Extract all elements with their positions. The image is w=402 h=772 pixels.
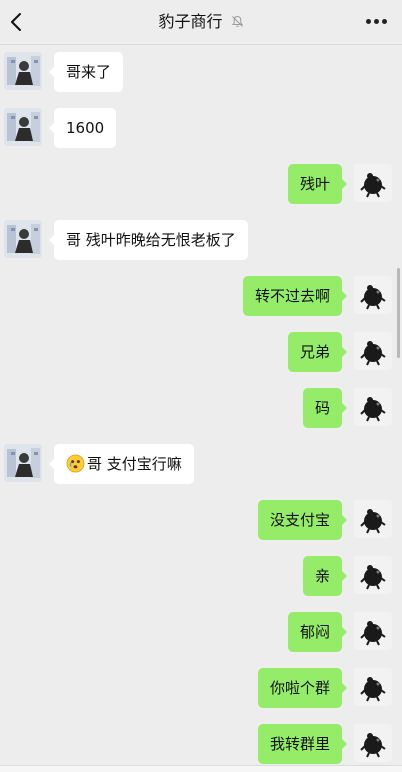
chat-title: 豹子商行 (158, 12, 223, 31)
message-row: 残叶 (0, 164, 402, 204)
message-bubble[interactable]: 郁闷 (287, 612, 348, 652)
message-row: 哥 残叶昨晚给无恨老板了 (0, 220, 402, 260)
chat-header: 豹子商行 (0, 0, 402, 45)
message-bubble[interactable]: 亲 (302, 556, 348, 596)
tearful-face-emoji (66, 454, 85, 472)
message-bubble[interactable]: 残叶 (287, 164, 348, 204)
message-row: 兄弟 (0, 332, 402, 372)
chat-title-wrap: 豹子商行 (0, 11, 402, 33)
input-bar-edge (0, 765, 402, 772)
avatar[interactable] (354, 276, 392, 314)
message-row: 我转群里 (0, 724, 402, 764)
message-row: 亲 (0, 556, 402, 596)
message-row: 你啦个群 (0, 668, 402, 708)
message-row: 转不过去啊 (0, 276, 402, 316)
more-dots-icon[interactable] (366, 19, 388, 25)
avatar[interactable] (354, 332, 392, 370)
message-row: 码 (0, 388, 402, 428)
message-bubble[interactable]: 哥 残叶昨晚给无恨老板了 (49, 220, 248, 260)
message-bubble[interactable]: 我转群里 (257, 724, 348, 764)
avatar[interactable] (354, 164, 392, 202)
message-bubble[interactable]: 哥 支付宝行嘛 (49, 444, 194, 484)
avatar[interactable] (354, 500, 392, 538)
message-bubble[interactable]: 兄弟 (287, 332, 348, 372)
avatar[interactable] (354, 668, 392, 706)
message-row: 哥 支付宝行嘛 (0, 444, 402, 484)
avatar[interactable] (354, 612, 392, 650)
message-bubble[interactable]: 哥来了 (48, 52, 124, 92)
message-row: 1600 (0, 108, 402, 148)
message-bubble[interactable]: 转不过去啊 (242, 276, 348, 316)
message-bubble[interactable]: 码 (302, 388, 348, 428)
message-row: 哥来了 (0, 52, 402, 92)
avatar[interactable] (354, 388, 392, 426)
message-row: 没支付宝 (0, 500, 402, 540)
message-bubble[interactable]: 你啦个群 (257, 668, 348, 708)
avatar[interactable] (4, 220, 42, 258)
avatar[interactable] (4, 52, 42, 90)
avatar[interactable] (354, 556, 392, 594)
avatar[interactable] (4, 444, 42, 482)
message-bubble[interactable]: 没支付宝 (257, 500, 348, 540)
avatar[interactable] (4, 108, 42, 146)
bell-mute-icon (231, 15, 243, 27)
message-bubble[interactable]: 1600 (48, 108, 117, 148)
scrollbar[interactable] (397, 268, 400, 358)
message-row: 郁闷 (0, 612, 402, 652)
avatar[interactable] (354, 724, 392, 762)
